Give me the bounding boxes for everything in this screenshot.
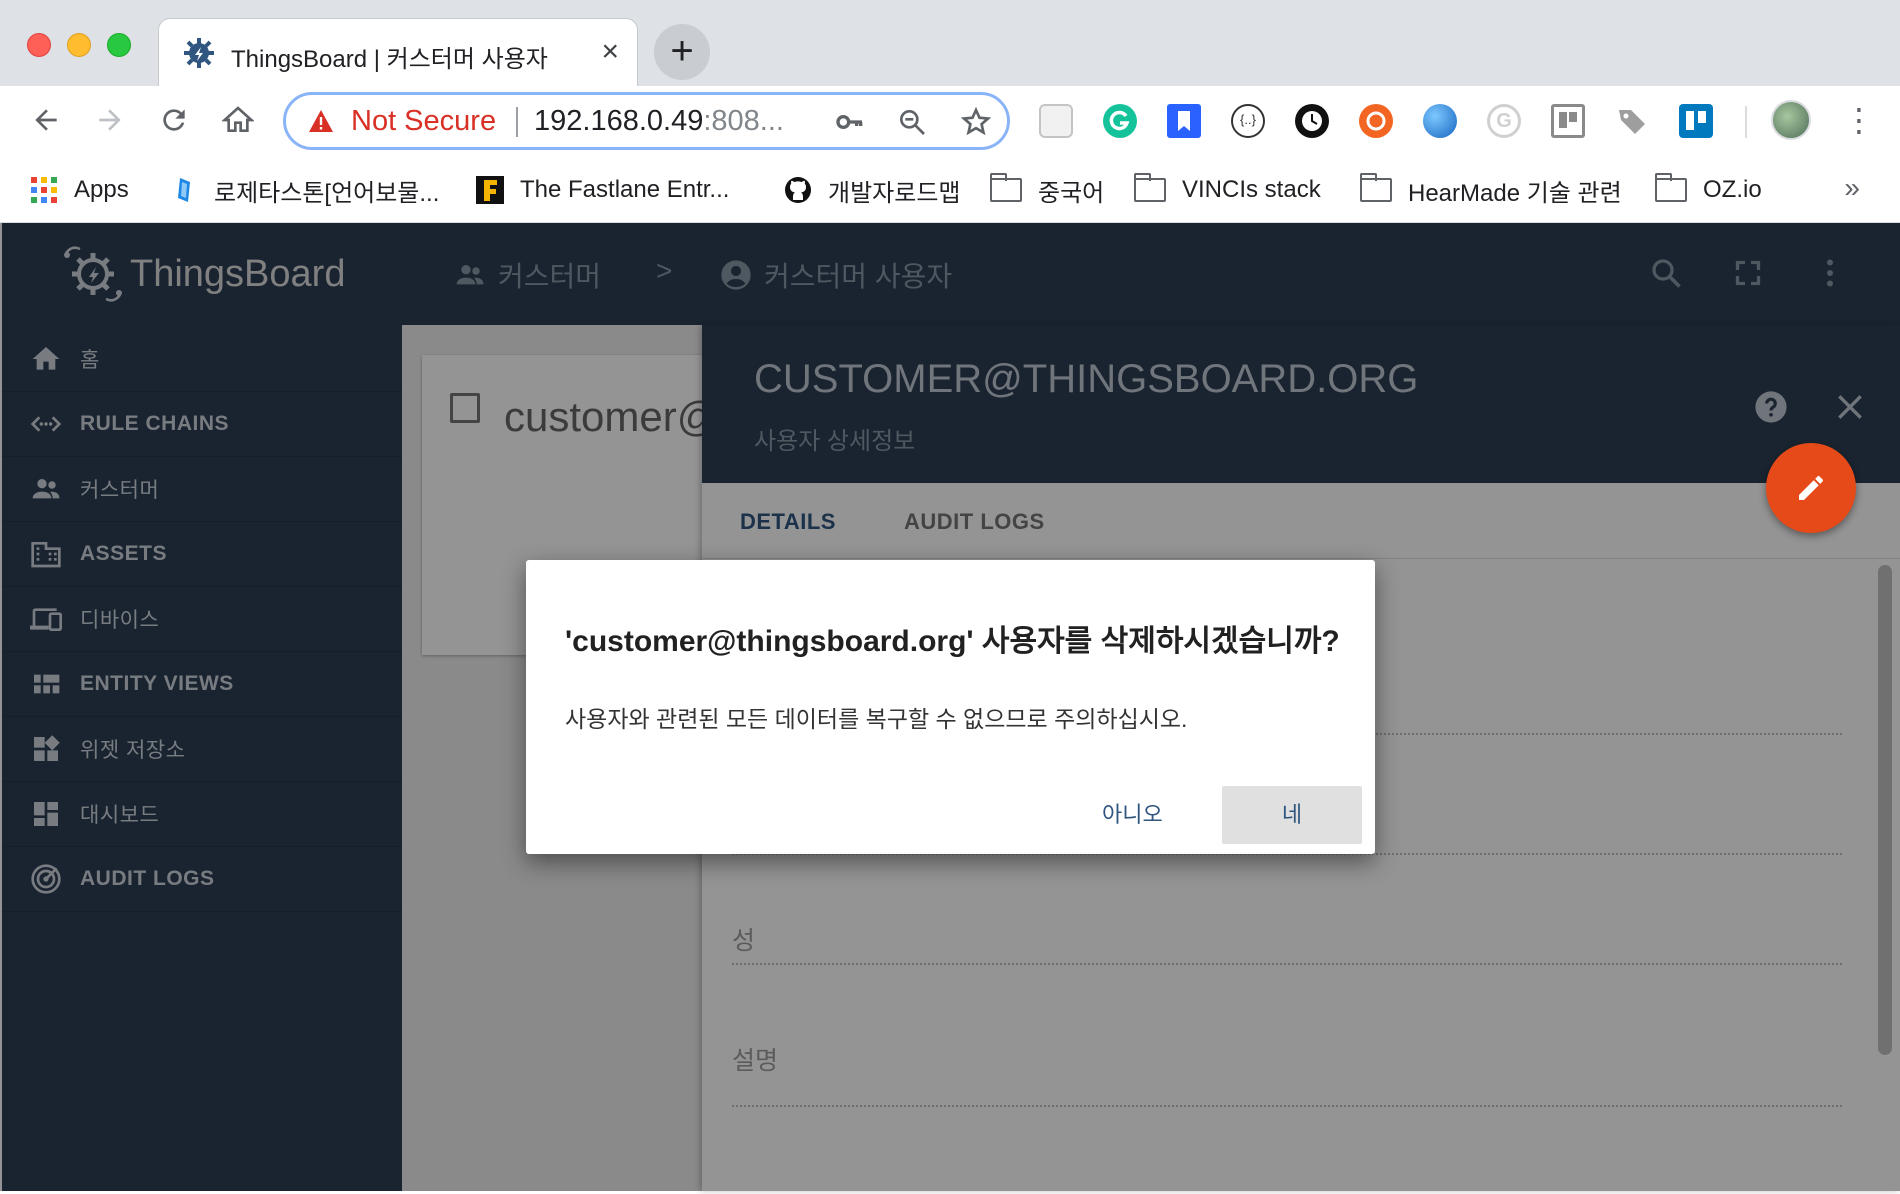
window-zoom-button[interactable] xyxy=(107,33,131,57)
home-browser-icon[interactable] xyxy=(216,98,260,142)
bookmark-label: HearMade 기술 관련 xyxy=(1408,179,1622,207)
bookmark-folder-chinese[interactable]: 중국어 xyxy=(990,170,1104,210)
bookmark-label: The Fastlane Entr... xyxy=(520,176,730,203)
tab-close-icon[interactable]: × xyxy=(601,34,619,70)
bookmark-rosetta[interactable]: 로제타스톤[언어보물... xyxy=(170,170,439,210)
board-ext-icon[interactable] xyxy=(1551,104,1585,138)
google-ext-icon[interactable]: G xyxy=(1487,104,1521,138)
bookmark-ext-icon[interactable] xyxy=(1167,104,1201,138)
omnibox-divider xyxy=(516,107,518,137)
browser-toolbar: Not Secure 192.168.0.49:808... {..} G ⋮ xyxy=(0,86,1900,158)
github-icon xyxy=(785,177,811,203)
dialog-message: 사용자와 관련된 모든 데이터를 복구할 수 없으므로 주의하십시오. xyxy=(565,706,1188,732)
bookmark-folder-vincis[interactable]: VINCIs stack xyxy=(1134,170,1321,210)
tag-ext-icon[interactable] xyxy=(1615,104,1649,138)
bookmarks-overflow-icon[interactable]: » xyxy=(1844,172,1860,204)
tab-title: ThingsBoard | 커스터머 사용자 xyxy=(231,46,548,73)
bookmark-folder-hearmade[interactable]: HearMade 기술 관련 xyxy=(1360,170,1622,210)
address-bar[interactable]: Not Secure 192.168.0.49:808... xyxy=(283,92,1010,150)
confirm-button[interactable]: 네 xyxy=(1222,786,1362,844)
url-port: :808... xyxy=(703,105,784,137)
folder-icon xyxy=(1655,173,1687,202)
dialog-title: 'customer@thingsboard.org' 사용자를 삭제하시겠습니까… xyxy=(565,625,1340,658)
folder-icon xyxy=(1360,173,1392,202)
url-text[interactable]: 192.168.0.49:808... xyxy=(534,105,784,138)
bookmark-label: VINCIs stack xyxy=(1182,176,1321,203)
window-close-button[interactable] xyxy=(27,33,51,57)
bookmark-label: 로제타스톤[언어보물... xyxy=(214,179,440,207)
grammarly-icon[interactable] xyxy=(1103,104,1137,138)
bookmark-apps[interactable]: Apps xyxy=(30,170,129,210)
bookmark-label: OZ.io xyxy=(1703,176,1762,203)
bookmark-folder-ozio[interactable]: OZ.io xyxy=(1655,170,1762,210)
bookmark-label: Apps xyxy=(74,176,129,203)
not-secure-label[interactable]: Not Secure xyxy=(351,105,496,138)
profile-avatar[interactable] xyxy=(1771,100,1811,140)
trello-icon[interactable] xyxy=(1679,104,1713,138)
back-arrow-icon[interactable] xyxy=(24,98,68,142)
forward-arrow-icon[interactable] xyxy=(88,98,132,142)
folder-icon xyxy=(990,173,1022,202)
cancel-button[interactable]: 아니오 xyxy=(1082,786,1183,844)
ubuntu-ext-icon[interactable] xyxy=(1359,104,1393,138)
warning-icon xyxy=(309,110,333,132)
toolbar-divider xyxy=(1745,106,1747,138)
bookmark-star-icon[interactable] xyxy=(958,104,994,140)
browser-chrome: ThingsBoard | 커스터머 사용자 × + Not Secure 19… xyxy=(0,0,1900,223)
bookmark-label: 개발자로드맵 xyxy=(828,179,961,207)
tab-strip: ThingsBoard | 커스터머 사용자 × + xyxy=(0,0,1900,86)
browser-tab-active[interactable]: ThingsBoard | 커스터머 사용자 × xyxy=(158,18,638,86)
new-tab-button[interactable]: + xyxy=(654,24,710,80)
fastlane-icon xyxy=(476,176,504,204)
key-icon[interactable] xyxy=(832,104,868,140)
clock-ext-icon[interactable] xyxy=(1295,104,1329,138)
extension-reader-icon[interactable] xyxy=(1039,104,1073,138)
folder-icon xyxy=(1134,173,1166,202)
json-viewer-icon[interactable]: {..} xyxy=(1231,104,1265,138)
zoom-icon[interactable] xyxy=(894,104,930,140)
url-host: 192.168.0.49 xyxy=(534,105,704,137)
reload-icon[interactable] xyxy=(152,98,196,142)
edit-fab-button[interactable] xyxy=(1766,443,1856,533)
apps-grid-icon xyxy=(31,177,57,203)
bookmarks-bar: Apps 로제타스톤[언어보물... The Fastlane Entr... … xyxy=(0,158,1900,223)
delete-confirm-dialog: 'customer@thingsboard.org' 사용자를 삭제하시겠습니까… xyxy=(526,560,1375,854)
pencil-icon xyxy=(1799,475,1824,500)
thingsboard-favicon-icon xyxy=(184,38,214,68)
rosetta-icon xyxy=(178,178,190,202)
bookmark-label: 중국어 xyxy=(1038,179,1105,207)
bookmark-dev-roadmap[interactable]: 개발자로드맵 xyxy=(784,170,960,210)
bookmark-fastlane[interactable]: The Fastlane Entr... xyxy=(476,170,729,210)
browser-menu-icon[interactable]: ⋮ xyxy=(1843,100,1875,140)
window-minimize-button[interactable] xyxy=(67,33,91,57)
globe-ext-icon[interactable] xyxy=(1423,104,1457,138)
